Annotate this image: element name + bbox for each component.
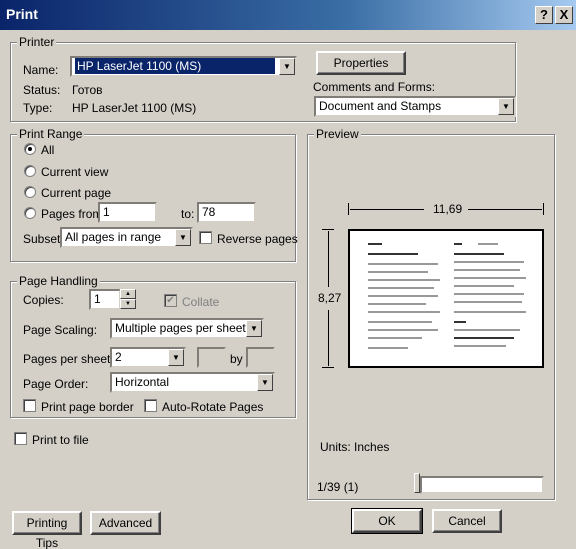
pages-per-sheet-y-input[interactable]: [246, 347, 275, 368]
stepper-down-icon[interactable]: ▼: [120, 299, 136, 309]
comments-select[interactable]: Document and Stamps ▼: [314, 96, 516, 117]
current-page-radio[interactable]: [24, 186, 36, 198]
subset-value: All pages in range: [65, 230, 162, 244]
printer-group-label: Printer: [17, 35, 57, 49]
status-label: Status:: [23, 83, 61, 97]
title-bar: Print ? X: [0, 0, 576, 30]
copies-stepper[interactable]: ▲ ▼: [120, 289, 136, 310]
chevron-down-icon: ▼: [257, 374, 273, 391]
printer-name-value: HP LaserJet 1100 (MS): [75, 58, 275, 74]
auto-rotate-label: Auto-Rotate Pages: [162, 400, 264, 414]
stepper-up-icon[interactable]: ▲: [120, 289, 136, 299]
pages-per-sheet-x-input[interactable]: [197, 347, 226, 368]
collate-label: Collate: [182, 295, 220, 309]
preview-label: Preview: [314, 127, 361, 141]
width-value: 11,69: [433, 202, 463, 216]
page-handling-label: Page Handling: [17, 274, 100, 288]
all-label: All: [41, 143, 55, 157]
copies-input[interactable]: 1: [89, 289, 121, 310]
help-button[interactable]: ?: [535, 6, 553, 24]
cancel-button[interactable]: Cancel: [432, 509, 502, 533]
current-page-label: Current page: [41, 186, 112, 200]
status-value: Готов: [72, 83, 103, 97]
subset-select[interactable]: All pages in range ▼: [60, 227, 193, 248]
page-order-select[interactable]: Horizontal ▼: [110, 372, 275, 393]
page-order-label: Page Order:: [23, 377, 89, 391]
page-preview: [348, 229, 544, 368]
advanced-button[interactable]: Advanced: [90, 511, 161, 535]
comments-value: Document and Stamps: [319, 99, 442, 113]
chevron-down-icon: ▼: [168, 349, 184, 366]
page-indicator: 1/39 (1): [317, 480, 359, 494]
current-view-radio[interactable]: [24, 165, 36, 177]
properties-button[interactable]: Properties: [316, 51, 406, 75]
type-value: HP LaserJet 1100 (MS): [72, 101, 197, 115]
page-order-value: Horizontal: [115, 375, 170, 389]
pages-from-input[interactable]: 1: [98, 202, 157, 223]
print-to-file-label: Print to file: [32, 433, 89, 447]
pages-per-sheet-value: 2: [115, 350, 122, 364]
height-value: 8,27: [318, 291, 342, 305]
print-range-label: Print Range: [17, 127, 85, 141]
pages-per-sheet-select[interactable]: 2 ▼: [110, 347, 186, 368]
chevron-down-icon: ▼: [175, 229, 191, 246]
current-view-label: Current view: [41, 165, 109, 179]
print-border-checkbox[interactable]: [23, 399, 36, 412]
all-radio[interactable]: [24, 143, 36, 155]
to-label: to:: [181, 207, 195, 221]
print-border-label: Print page border: [41, 400, 134, 414]
pages-per-sheet-label: Pages per sheet:: [23, 352, 114, 366]
page-scaling-label: Page Scaling:: [23, 323, 98, 337]
subset-label: Subset:: [23, 232, 64, 246]
reverse-pages-label: Reverse pages: [217, 232, 298, 246]
pages-from-label: Pages from:: [41, 207, 106, 221]
page-scaling-select[interactable]: Multiple pages per sheet ▼: [110, 318, 264, 339]
pages-from-radio[interactable]: [24, 207, 36, 219]
printer-name-select[interactable]: HP LaserJet 1100 (MS) ▼: [70, 56, 297, 77]
printer-name-label: Name:: [23, 63, 59, 77]
chevron-down-icon: ▼: [498, 98, 514, 115]
pages-to-input[interactable]: 78: [197, 202, 256, 223]
window-title: Print: [6, 6, 38, 22]
ok-button[interactable]: OK: [351, 508, 423, 534]
reverse-pages-checkbox[interactable]: [199, 231, 212, 244]
print-to-file-checkbox[interactable]: [14, 432, 27, 445]
comments-label: Comments and Forms:: [313, 80, 436, 94]
printing-tips-button[interactable]: Printing Tips: [12, 511, 82, 549]
type-label: Type:: [23, 101, 53, 115]
page-slider-track[interactable]: [420, 476, 544, 494]
units-text: Units: Inches: [320, 440, 390, 454]
auto-rotate-checkbox[interactable]: [144, 399, 157, 412]
by-label: by: [230, 352, 243, 366]
close-button[interactable]: X: [555, 6, 573, 24]
chevron-down-icon: ▼: [279, 58, 295, 75]
page-scaling-value: Multiple pages per sheet: [115, 321, 246, 335]
collate-checkbox[interactable]: ✔: [164, 294, 177, 307]
chevron-down-icon: ▼: [246, 320, 262, 337]
copies-label: Copies:: [23, 293, 64, 307]
